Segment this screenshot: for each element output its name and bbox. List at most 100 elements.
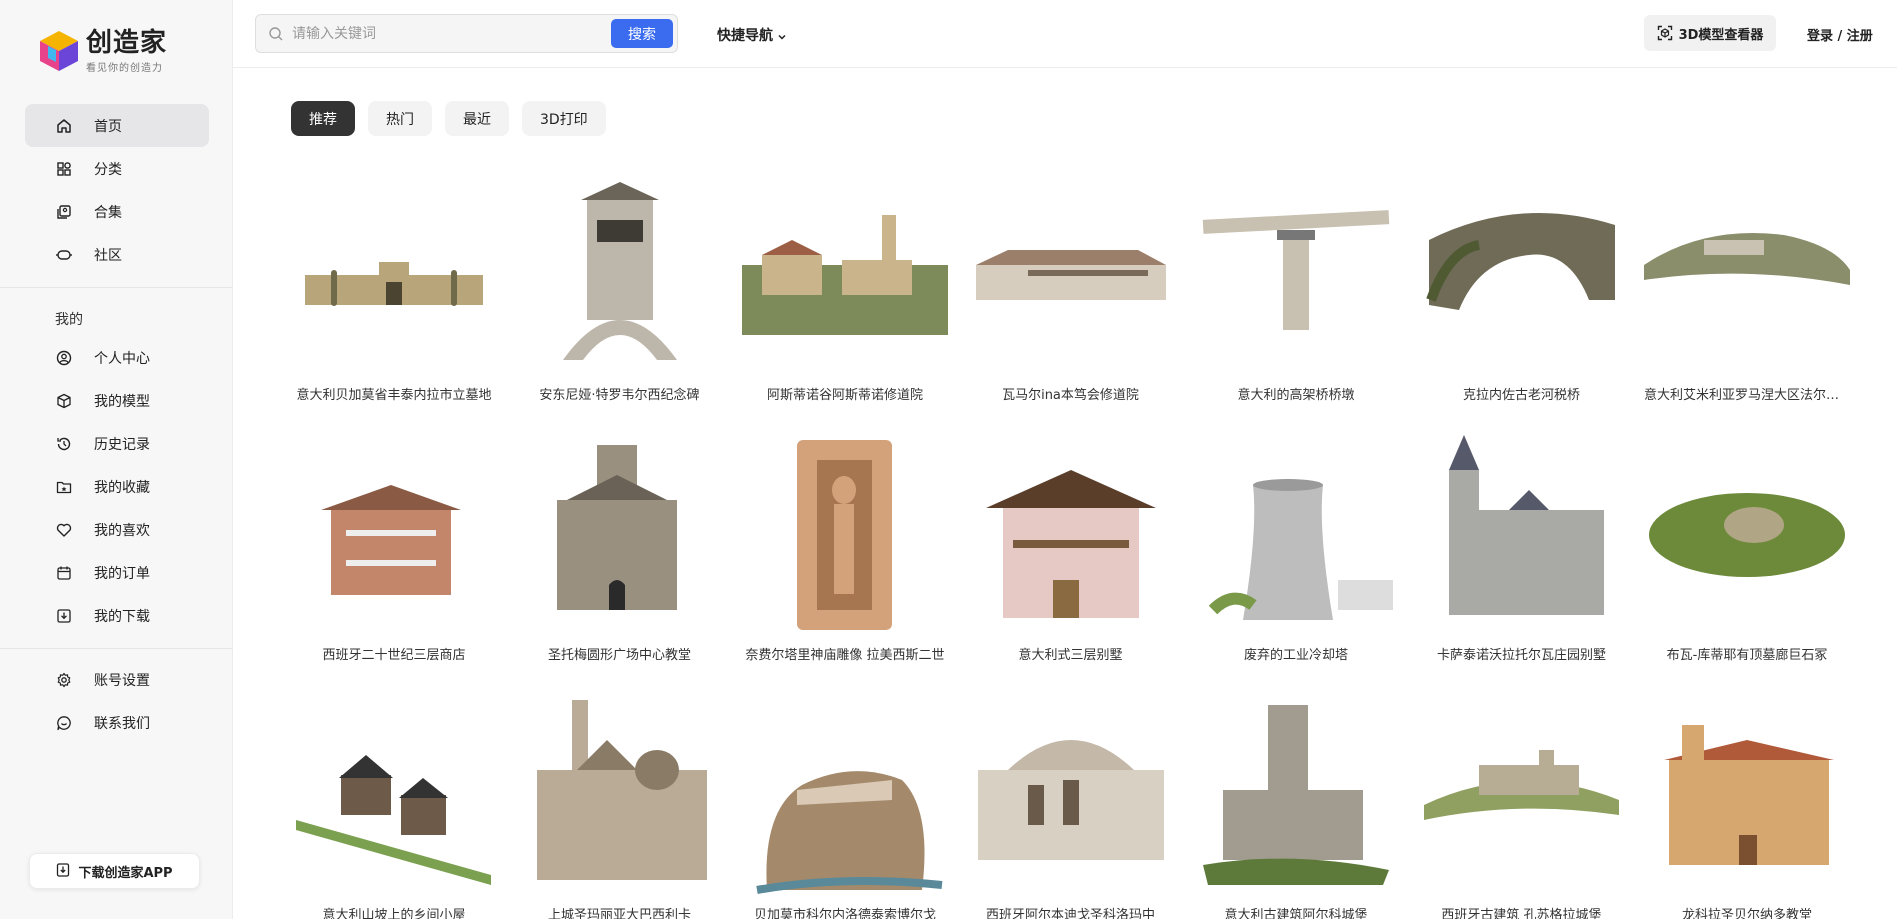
model-card[interactable]: 瓦马尔ina本笃会修道院 [968,170,1174,410]
brand-name: 创造家 [86,28,168,58]
login-register-link[interactable]: 登录 / 注册 [1807,25,1873,44]
sidebar-item-downloads[interactable]: 我的下载 [25,594,209,637]
tab-recommended[interactable]: 推荐 [291,101,355,136]
3d-viewer-label: 3D模型查看器 [1678,27,1764,43]
model-card[interactable]: 龙科拉圣贝尔纳多教堂 [1644,690,1850,919]
app-window: 创造家 看见你的创造力 首页 分类 合集 社区 我的 个人中心 我的模型 历史记… [0,0,1897,919]
sidebar-item-home[interactable]: 首页 [25,104,209,147]
search-input[interactable] [292,25,592,42]
model-thumbnail [1193,690,1399,900]
sidebar-item-account-settings[interactable]: 账号设置 [25,658,209,701]
model-card[interactable]: 意大利贝加莫省丰泰内拉市立墓地 [291,170,497,410]
sidebar-item-orders[interactable]: 我的订单 [25,551,209,594]
model-thumbnail [291,690,497,900]
3d-viewer-button[interactable]: 3D模型查看器 [1644,15,1776,51]
brand-tagline: 看见你的创造力 [86,63,163,74]
model-card[interactable]: 西班牙二十世纪三层商店 [291,430,497,670]
sidebar-item-models[interactable]: 我的模型 [25,379,209,422]
model-card[interactable]: 奈费尔塔里神庙雕像 拉美西斯二世 [742,430,948,670]
model-card[interactable]: 布瓦-库蒂耶有顶墓廊巨石冢 [1644,430,1850,670]
model-card[interactable]: 卡萨泰诺沃拉托尔瓦庄园别墅 [1419,430,1625,670]
sidebar-item-profile[interactable]: 个人中心 [25,336,209,379]
download-app-icon [56,862,70,881]
model-title: 圣托梅圆形广场中心教堂 [547,648,691,663]
model-title: 西班牙阿尔本迪戈圣科洛玛中 [985,908,1155,919]
model-card[interactable]: 西班牙古建筑 孔苏格拉城堡 [1419,690,1625,919]
model-thumbnail [1419,170,1625,380]
model-card[interactable]: 上城圣玛丽亚大巴西利卡 [517,690,723,919]
model-thumbnail [291,430,497,640]
model-card[interactable]: 意大利的高架桥桥墩 [1193,170,1399,410]
sidebar-item-label: 分类 [94,161,122,178]
model-title: 卡萨泰诺沃拉托尔瓦庄园别墅 [1436,648,1606,663]
sidebar-item-label: 我的模型 [94,393,150,410]
sidebar-item-label: 账号设置 [94,672,150,689]
model-card[interactable]: 意大利山坡上的乡间小屋 [291,690,497,919]
model-title: 西班牙古建筑 孔苏格拉城堡 [1441,908,1602,919]
model-card[interactable]: 圣托梅圆形广场中心教堂 [517,430,723,670]
sidebar: 创造家 看见你的创造力 首页 分类 合集 社区 我的 个人中心 我的模型 历史记… [0,0,233,919]
tab-3d-print[interactable]: 3D打印 [522,101,606,136]
model-title: 瓦马尔ina本笃会修道院 [1002,388,1139,403]
model-title: 意大利贝加莫省丰泰内拉市立墓地 [296,388,492,403]
sidebar-divider [0,648,233,649]
model-thumbnail [1644,430,1850,640]
model-card[interactable]: 贝加莫市科尔内洛德泰索博尔戈 [742,690,948,919]
scan-cube-icon [1657,25,1672,41]
heart-icon [55,521,73,539]
model-card[interactable]: 意大利式三层别墅 [968,430,1174,670]
sidebar-item-label: 历史记录 [94,436,150,453]
community-icon [55,246,73,264]
model-card[interactable]: 西班牙阿尔本迪戈圣科洛玛中 [968,690,1174,919]
model-title: 贝加莫市科尔内洛德泰索博尔戈 [753,908,936,919]
home-icon [55,117,73,135]
sidebar-item-history[interactable]: 历史记录 [25,422,209,465]
main-nav: 首页 分类 合集 社区 [25,104,209,276]
model-card[interactable]: 克拉内佐古老河税桥 [1419,170,1625,410]
model-thumbnail [517,690,723,900]
download-app-label: 下载创造家APP [78,865,173,881]
model-title: 克拉内佐古老河税桥 [1462,388,1580,403]
model-title: 布瓦-库蒂耶有顶墓廊巨石冢 [1666,648,1828,663]
model-title: 意大利艾米利亚罗马涅大区法尔内托 [1644,388,1850,403]
model-card[interactable]: 安东尼娅·特罗韦尔西纪念碑 [517,170,723,410]
sidebar-item-label: 社区 [94,247,122,264]
sidebar-item-favorites[interactable]: 我的收藏 [25,465,209,508]
folder-star-icon [55,478,73,496]
collection-icon [55,203,73,221]
tab-popular[interactable]: 热门 [368,101,432,136]
mine-nav: 个人中心 我的模型 历史记录 我的收藏 我的喜欢 我的订单 我的下载 [25,336,209,637]
download-app-button[interactable]: 下载创造家APP [29,853,200,889]
model-thumbnail [742,170,948,380]
model-title: 意大利式三层别墅 [1018,648,1123,663]
model-thumbnail [1193,430,1399,640]
search-button[interactable]: 搜索 [611,19,673,48]
model-card[interactable]: 意大利古建筑阿尔科城堡 [1193,690,1399,919]
model-title: 奈费尔塔里神庙雕像 拉美西斯二世 [745,648,945,663]
logo[interactable]: 创造家 看见你的创造力 [38,28,167,74]
sidebar-item-contact[interactable]: 联系我们 [25,701,209,744]
model-title: 意大利古建筑阿尔科城堡 [1224,908,1368,919]
sidebar-item-label: 我的下载 [94,608,150,625]
model-card[interactable]: 意大利艾米利亚罗马涅大区法尔内托 [1644,170,1850,410]
model-title: 意大利的高架桥桥墩 [1237,388,1355,403]
sidebar-item-likes[interactable]: 我的喜欢 [25,508,209,551]
search-icon [268,26,284,42]
quick-nav-dropdown[interactable]: 快捷导航 [717,25,787,45]
model-thumbnail [742,430,948,640]
sidebar-item-community[interactable]: 社区 [25,233,209,276]
model-card[interactable]: 废弃的工业冷却塔 [1193,430,1399,670]
tab-recent[interactable]: 最近 [445,101,509,136]
model-card[interactable]: 阿斯蒂诺谷阿斯蒂诺修道院 [742,170,948,410]
top-header: 搜索 快捷导航 3D模型查看器 登录 / 注册 [233,0,1897,68]
model-thumbnail [291,170,497,380]
model-title: 龙科拉圣贝尔纳多教堂 [1681,908,1812,919]
sidebar-item-label: 合集 [94,204,122,221]
user-icon [55,349,73,367]
sidebar-item-category[interactable]: 分类 [25,147,209,190]
sidebar-item-label: 我的订单 [94,565,150,582]
model-thumbnail [1419,430,1625,640]
sidebar-item-collection[interactable]: 合集 [25,190,209,233]
cube-icon [55,392,73,410]
download-icon [55,607,73,625]
